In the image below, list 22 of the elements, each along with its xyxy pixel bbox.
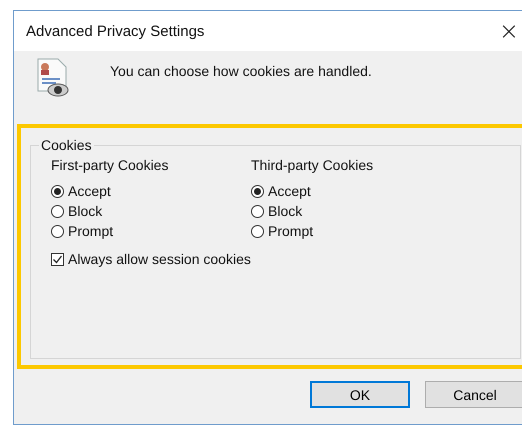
dialog-button[interactable]: Cancel bbox=[425, 381, 522, 408]
radio-button[interactable] bbox=[251, 184, 264, 198]
message-text: You can choose how cookies are handled. bbox=[110, 63, 372, 79]
radio-option[interactable]: Accept bbox=[51, 183, 251, 199]
session-checkbox[interactable]: Always allow session cookies bbox=[51, 251, 520, 267]
radio-button[interactable] bbox=[51, 224, 64, 238]
radio-button[interactable] bbox=[51, 204, 64, 218]
dialog-button[interactable]: OK bbox=[310, 381, 410, 408]
window-title: Advanced Privacy Settings bbox=[26, 22, 204, 40]
radio-option[interactable]: Accept bbox=[251, 183, 451, 199]
checkbox[interactable] bbox=[51, 252, 64, 266]
radio-button[interactable] bbox=[51, 184, 64, 198]
radio-option[interactable]: Block bbox=[251, 203, 451, 219]
radio-button[interactable] bbox=[251, 204, 264, 218]
radio-button[interactable] bbox=[251, 224, 264, 238]
column-heading: First-party Cookies bbox=[51, 157, 170, 173]
radio-option[interactable]: Prompt bbox=[51, 223, 251, 239]
group-title: Cookies bbox=[40, 137, 93, 153]
radio-option[interactable]: Block bbox=[51, 203, 251, 219]
close-button[interactable]: × bbox=[484, 17, 522, 45]
column-heading: Third-party Cookies bbox=[251, 157, 374, 173]
radio-option[interactable]: Prompt bbox=[251, 223, 451, 239]
